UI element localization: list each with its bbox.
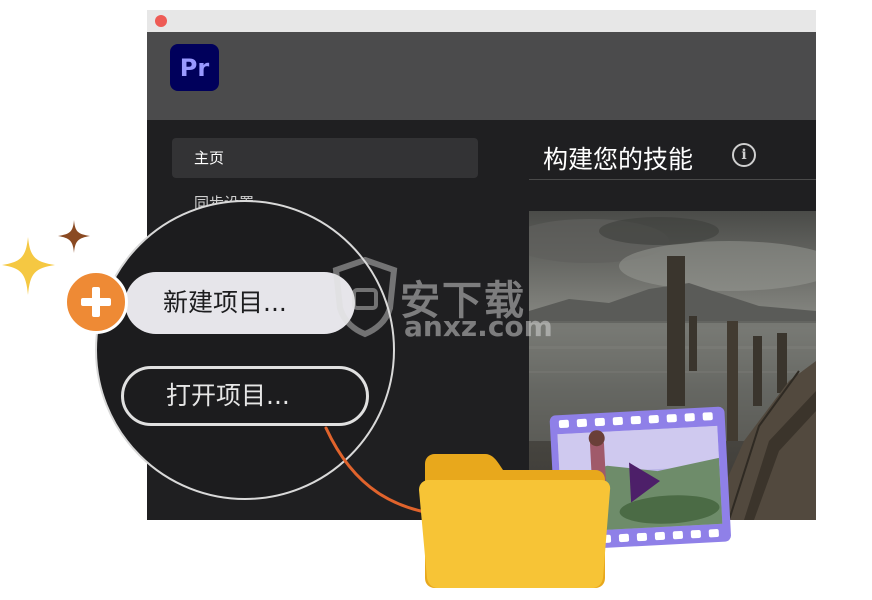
section-divider [529, 179, 816, 180]
window-close-button[interactable] [155, 15, 167, 27]
new-project-button[interactable]: 新建项目... [125, 272, 355, 334]
section-title: 构建您的技能 [543, 145, 694, 174]
sidebar-item-home[interactable]: 主页 [172, 138, 478, 178]
app-header: Pr [147, 32, 816, 120]
open-project-button[interactable]: 打开项目... [121, 366, 369, 426]
folder-icon [419, 454, 611, 588]
info-icon[interactable]: i [732, 143, 756, 167]
premiere-pro-logo: Pr [170, 44, 219, 91]
window-titlebar [147, 10, 816, 32]
plus-icon [64, 270, 128, 334]
watermark-domain: anxz.com [404, 310, 553, 343]
watermark-shield-icon [332, 256, 398, 338]
